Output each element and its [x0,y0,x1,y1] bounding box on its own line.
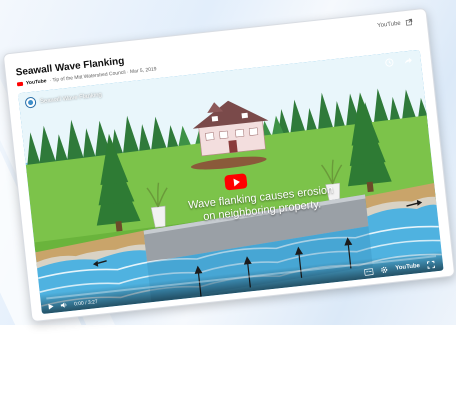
youtube-watch-link[interactable]: YouTube [395,263,420,272]
youtube-logo-icon [17,82,23,87]
card-top-link[interactable]: YouTube [377,18,413,29]
channel-avatar[interactable] [25,97,37,109]
time-display: 0:00 / 3:27 [74,299,98,308]
video-player[interactable]: Seawall Wave Flanking Wave flanking caus… [18,50,444,314]
clock-icon[interactable] [384,58,394,68]
gear-icon[interactable] [380,265,389,274]
youtube-embed-card: YouTube Seawall Wave Flanking YouTube · … [3,8,456,322]
play-control-icon[interactable] [47,303,55,311]
share-icon[interactable] [403,56,413,66]
volume-icon[interactable] [60,301,69,309]
fullscreen-icon[interactable] [427,260,436,269]
play-button[interactable] [224,173,247,190]
channel-logo-icon [28,100,34,106]
captions-icon[interactable] [364,268,374,276]
play-icon [233,178,240,187]
meta-brand: YouTube [26,78,47,86]
controls-left: 0:00 / 3:27 [47,298,98,310]
external-link-icon[interactable] [405,18,413,26]
youtube-link-label[interactable]: YouTube [377,20,401,29]
